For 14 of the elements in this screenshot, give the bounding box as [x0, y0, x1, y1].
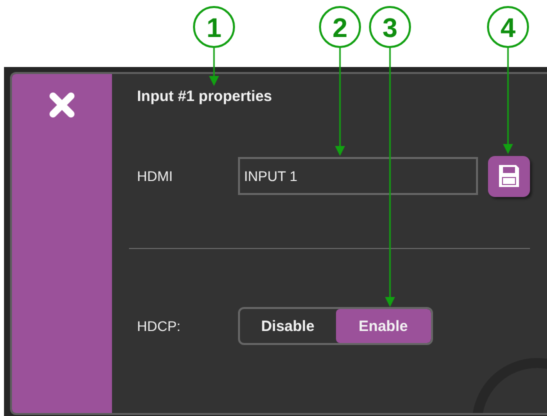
panel-title: Input #1 properties	[137, 88, 274, 105]
callout-number: 2	[319, 6, 361, 48]
callout-number: 4	[487, 6, 529, 48]
leader-arrow	[209, 48, 219, 86]
callout-number: 1	[193, 6, 235, 48]
callout-number: 3	[369, 6, 411, 48]
toggle-option[interactable]: Disable	[240, 309, 336, 343]
input-name-field[interactable]: INPUT 1	[238, 157, 478, 195]
toggle-option[interactable]: Enable	[336, 309, 431, 343]
close-icon[interactable]	[49, 92, 75, 118]
save-button[interactable]	[488, 156, 530, 196]
hdcp-label: HDCP:	[137, 318, 182, 334]
save-icon	[497, 163, 521, 189]
hdmi-label: HDMI	[137, 168, 174, 184]
